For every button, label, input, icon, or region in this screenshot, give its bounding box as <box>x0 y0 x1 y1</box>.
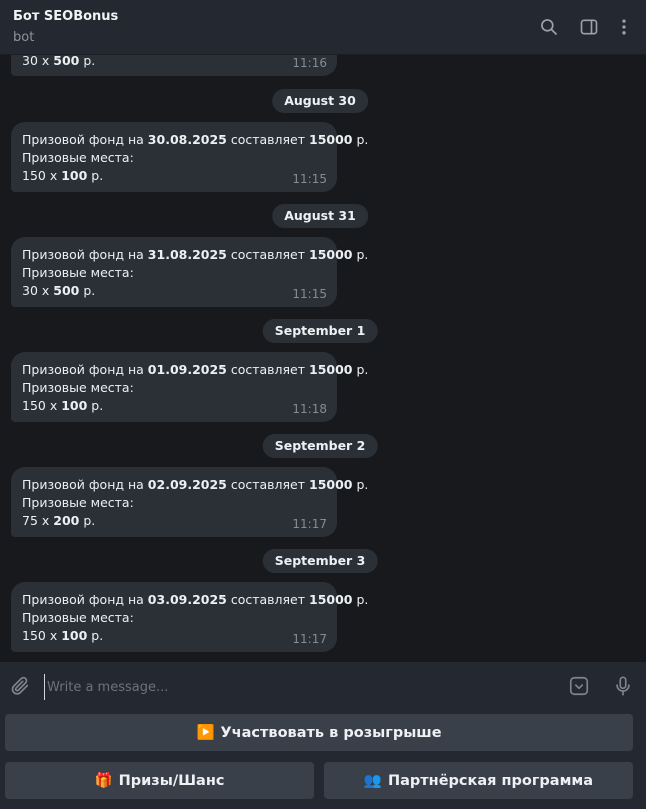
prize-places-label: Призовые места: <box>22 495 134 510</box>
search-button[interactable] <box>536 14 562 40</box>
partner-program-label: Партнёрская программа <box>387 772 594 789</box>
partner-program-button[interactable]: 👥 Партнёрская программа <box>324 762 633 799</box>
date-separator[interactable]: September 3 <box>262 549 378 573</box>
chat-title[interactable]: Бот SEOBonus <box>13 9 118 24</box>
bot-reply-keyboard: ▶️ Участвовать в розыгрыше 🎁 Призы/Шанс … <box>0 710 646 809</box>
message-bubble[interactable]: 30 x 500 р. 11:16 <box>11 55 337 76</box>
message-bubble[interactable]: Призовой фонд на 31.08.2025 составляет 1… <box>11 237 369 307</box>
message-time: 11:16 <box>292 56 327 70</box>
bot-keyboard-button[interactable] <box>566 673 592 699</box>
more-button[interactable] <box>611 14 637 40</box>
message-bubble[interactable]: Призовой фонд на 30.08.2025 составляет 1… <box>11 122 369 192</box>
prize-fund-line: Призовой фонд на 31.08.2025 составляет 1… <box>22 247 369 262</box>
prizes-label: Призы/Шанс <box>118 772 225 789</box>
message-time: 11:18 <box>292 402 327 416</box>
telegram-window: Бот SEOBonus bot 30 x 500 р. 11:16 Augus… <box>0 0 646 809</box>
message-time: 11:17 <box>292 632 327 646</box>
attach-button[interactable] <box>7 673 33 699</box>
date-separator[interactable]: August 31 <box>272 204 368 228</box>
paperclip-icon <box>11 676 29 695</box>
prize-places-values: 150 x 100 р. <box>22 398 104 413</box>
toggle-sidebar-button[interactable] <box>576 14 602 40</box>
gift-icon: 🎁 <box>94 773 113 789</box>
prize-fund-line: Призовой фонд на 01.09.2025 составляет 1… <box>22 362 369 377</box>
message-time: 11:15 <box>292 172 327 186</box>
date-separator[interactable]: September 2 <box>262 434 378 458</box>
chat-subtitle: bot <box>13 30 35 45</box>
prizes-button[interactable]: 🎁 Призы/Шанс <box>5 762 314 799</box>
message-input[interactable] <box>44 674 549 700</box>
prize-places-values: 30 x 500 р. <box>22 55 96 68</box>
prize-places-values: 150 x 100 р. <box>22 628 104 643</box>
prize-places-values: 30 x 500 р. <box>22 283 96 298</box>
message-time: 11:15 <box>292 287 327 301</box>
message-list[interactable]: 30 x 500 р. 11:16 August 30 Призовой фон… <box>0 55 646 662</box>
prize-places-label: Призовые места: <box>22 380 134 395</box>
participate-label: Участвовать в розыгрыше <box>220 724 442 741</box>
participate-button[interactable]: ▶️ Участвовать в розыгрыше <box>5 714 633 751</box>
date-separator[interactable]: September 1 <box>262 319 378 343</box>
message-bubble[interactable]: Призовой фонд на 03.09.2025 составляет 1… <box>11 582 369 652</box>
message-bubble[interactable]: Призовой фонд на 01.09.2025 составляет 1… <box>11 352 369 422</box>
prize-places-values: 150 x 100 р. <box>22 168 104 183</box>
sidebar-toggle-icon <box>580 19 598 35</box>
message-composer <box>0 662 646 710</box>
prize-places-label: Призовые места: <box>22 610 134 625</box>
prize-fund-line: Призовой фонд на 03.09.2025 составляет 1… <box>22 592 369 607</box>
prize-places-label: Призовые места: <box>22 150 134 165</box>
date-separator[interactable]: August 30 <box>272 89 368 113</box>
play-icon: ▶️ <box>196 725 215 741</box>
people-icon: 👥 <box>363 773 382 789</box>
more-vertical-icon <box>622 19 626 35</box>
bot-keyboard-icon <box>569 676 589 696</box>
search-icon <box>541 19 558 36</box>
voice-button[interactable] <box>610 673 636 699</box>
microphone-icon <box>616 676 630 696</box>
prize-places-values: 75 x 200 р. <box>22 513 96 528</box>
chat-header: Бот SEOBonus bot <box>0 0 646 55</box>
prize-fund-line: Призовой фонд на 02.09.2025 составляет 1… <box>22 477 369 492</box>
prize-places-label: Призовые места: <box>22 265 134 280</box>
message-bubble[interactable]: Призовой фонд на 02.09.2025 составляет 1… <box>11 467 369 537</box>
prize-fund-line: Призовой фонд на 30.08.2025 составляет 1… <box>22 132 369 147</box>
message-time: 11:17 <box>292 517 327 531</box>
